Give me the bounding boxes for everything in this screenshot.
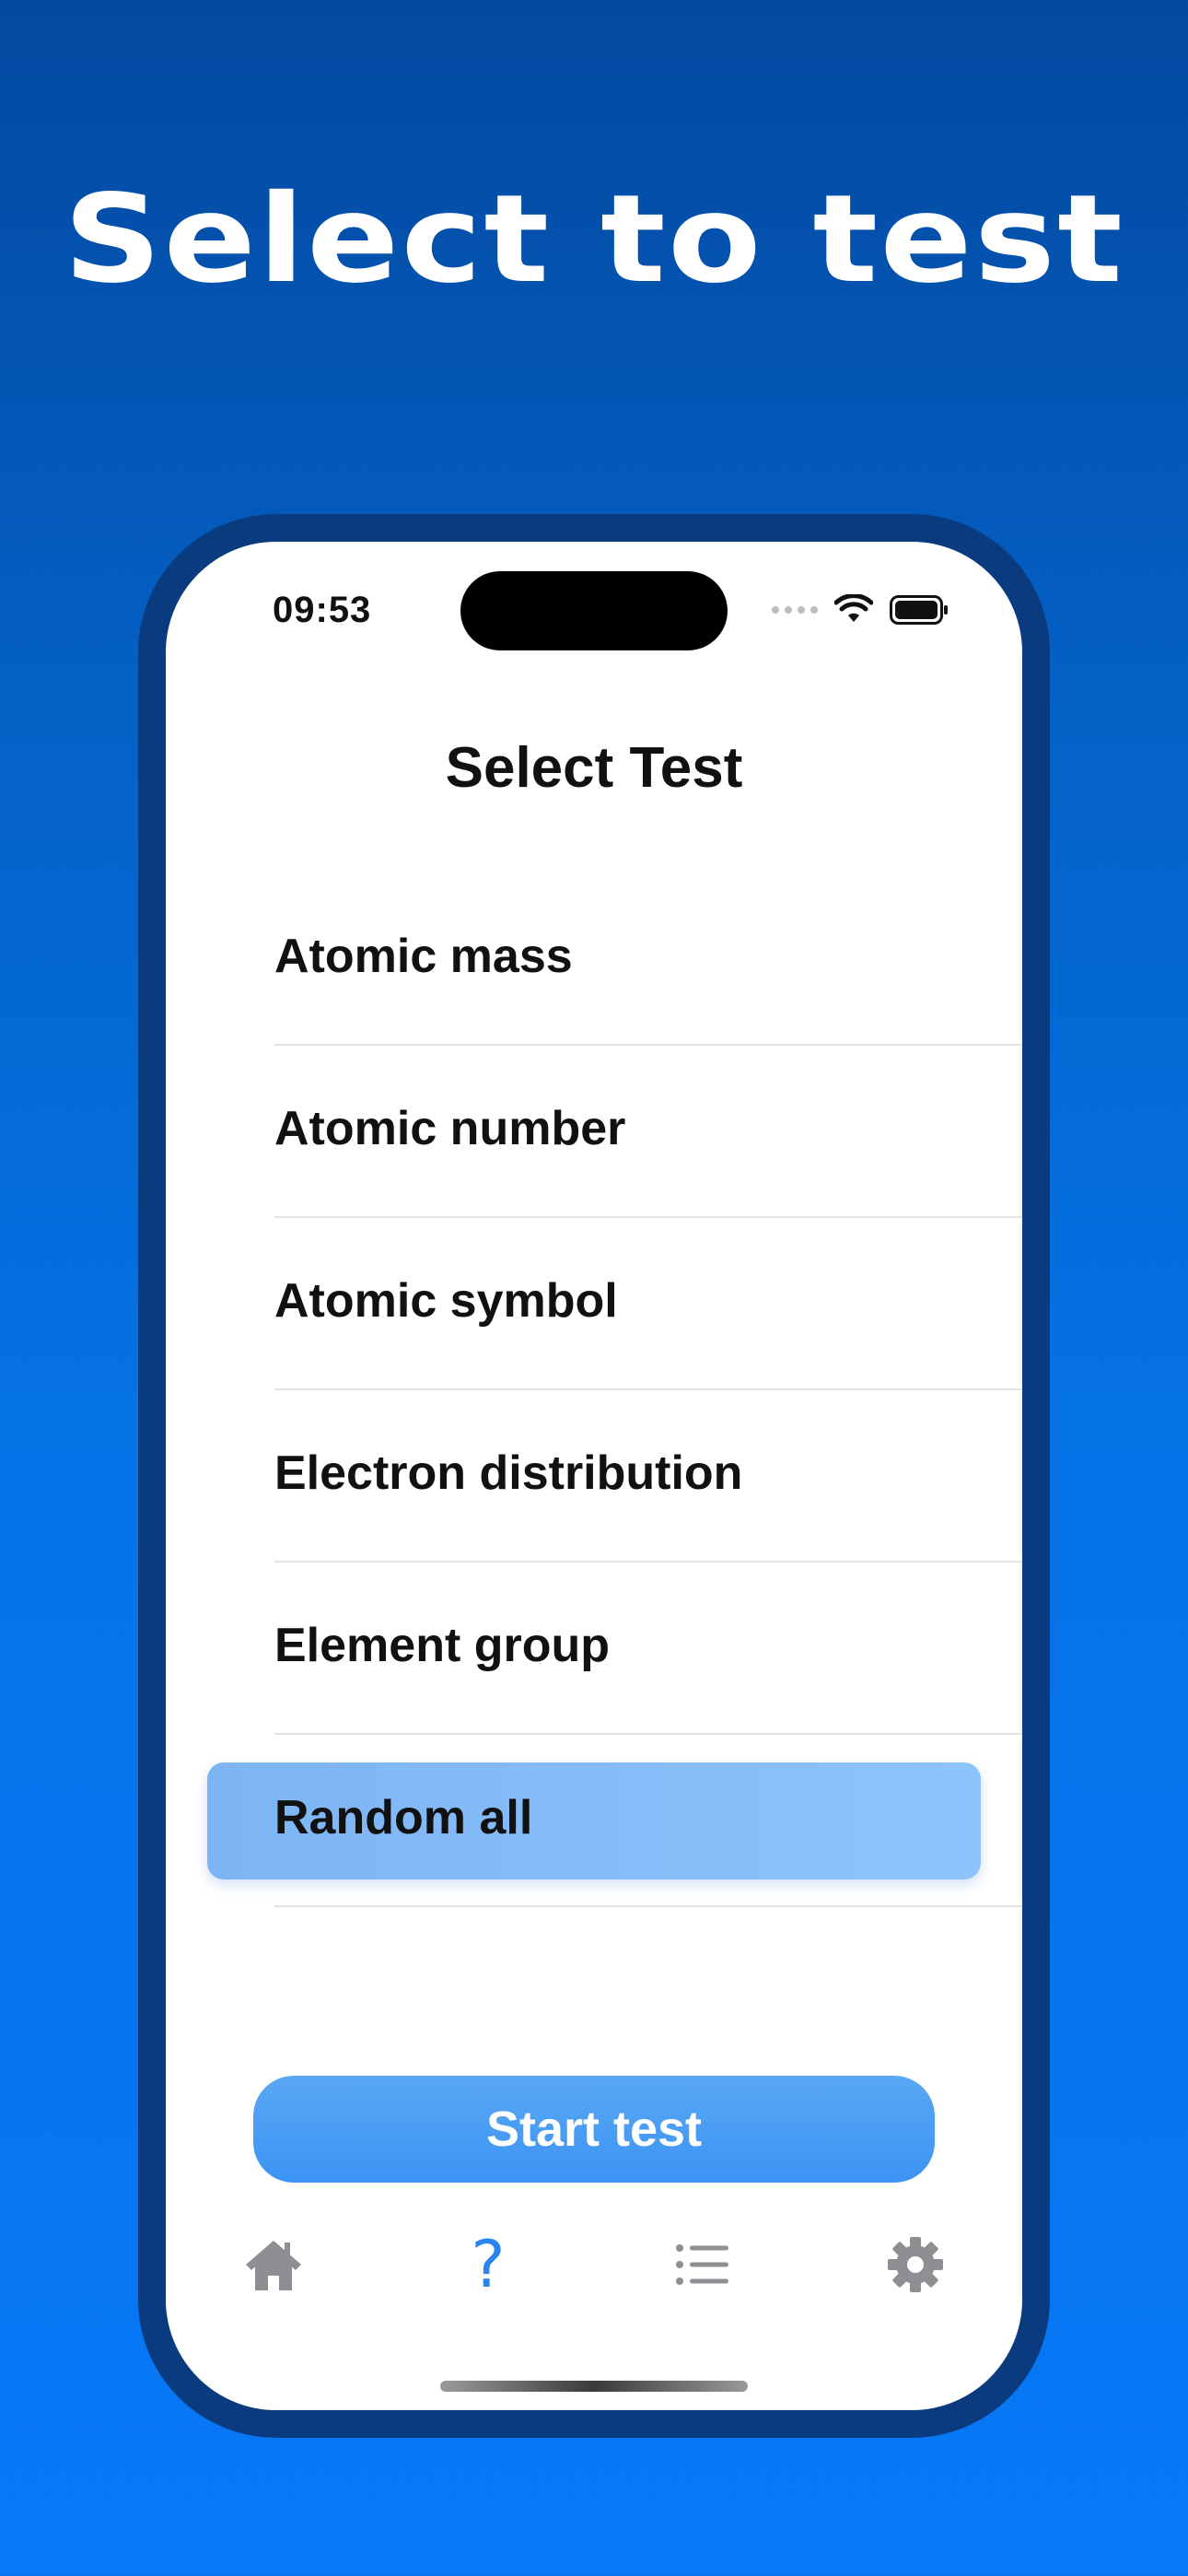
tab-bar: ? — [166, 2227, 1022, 2329]
start-test-button[interactable]: Start test — [253, 2076, 935, 2183]
question-mark-icon: ? — [471, 2227, 506, 2302]
test-list: Atomic mass Atomic number Atomic symbol … — [166, 873, 1022, 1907]
list-icon — [676, 2244, 728, 2285]
status-icons — [772, 591, 949, 628]
signal-dots-icon — [772, 606, 818, 614]
list-item-label: Atomic number — [274, 1102, 626, 1155]
tab-list[interactable] — [666, 2228, 740, 2301]
divider — [274, 1905, 1022, 1907]
gear-icon — [888, 2237, 943, 2292]
list-item-label: Atomic mass — [274, 930, 573, 983]
list-item-random-all[interactable]: Random all — [166, 1735, 1022, 1907]
list-item-label: Element group — [274, 1619, 611, 1672]
list-item-atomic-symbol[interactable]: Atomic symbol — [166, 1218, 1022, 1390]
list-item-label: Atomic symbol — [274, 1274, 618, 1328]
list-item-atomic-number[interactable]: Atomic number — [166, 1046, 1022, 1218]
home-icon — [246, 2241, 301, 2290]
list-item-atomic-mass[interactable]: Atomic mass — [166, 873, 1022, 1046]
battery-icon — [890, 595, 948, 625]
screen-title: Select Test — [445, 736, 743, 800]
status-time: 09:53 — [273, 590, 372, 630]
list-item-label: Electron distribution — [274, 1446, 743, 1500]
headline: Select to test — [63, 169, 1125, 310]
home-indicator[interactable] — [440, 2381, 748, 2392]
phone-screen: 09:53 Select Test Atomic mass Atomic num… — [166, 542, 1022, 2410]
dynamic-island — [460, 571, 728, 650]
tab-home[interactable] — [237, 2228, 310, 2301]
tab-settings[interactable] — [879, 2228, 952, 2301]
wifi-icon — [834, 594, 873, 622]
list-item-label: Random all — [274, 1791, 533, 1844]
list-item-electron-distribution[interactable]: Electron distribution — [166, 1390, 1022, 1563]
tab-test[interactable]: ? — [451, 2227, 525, 2302]
list-item-element-group[interactable]: Element group — [166, 1563, 1022, 1735]
